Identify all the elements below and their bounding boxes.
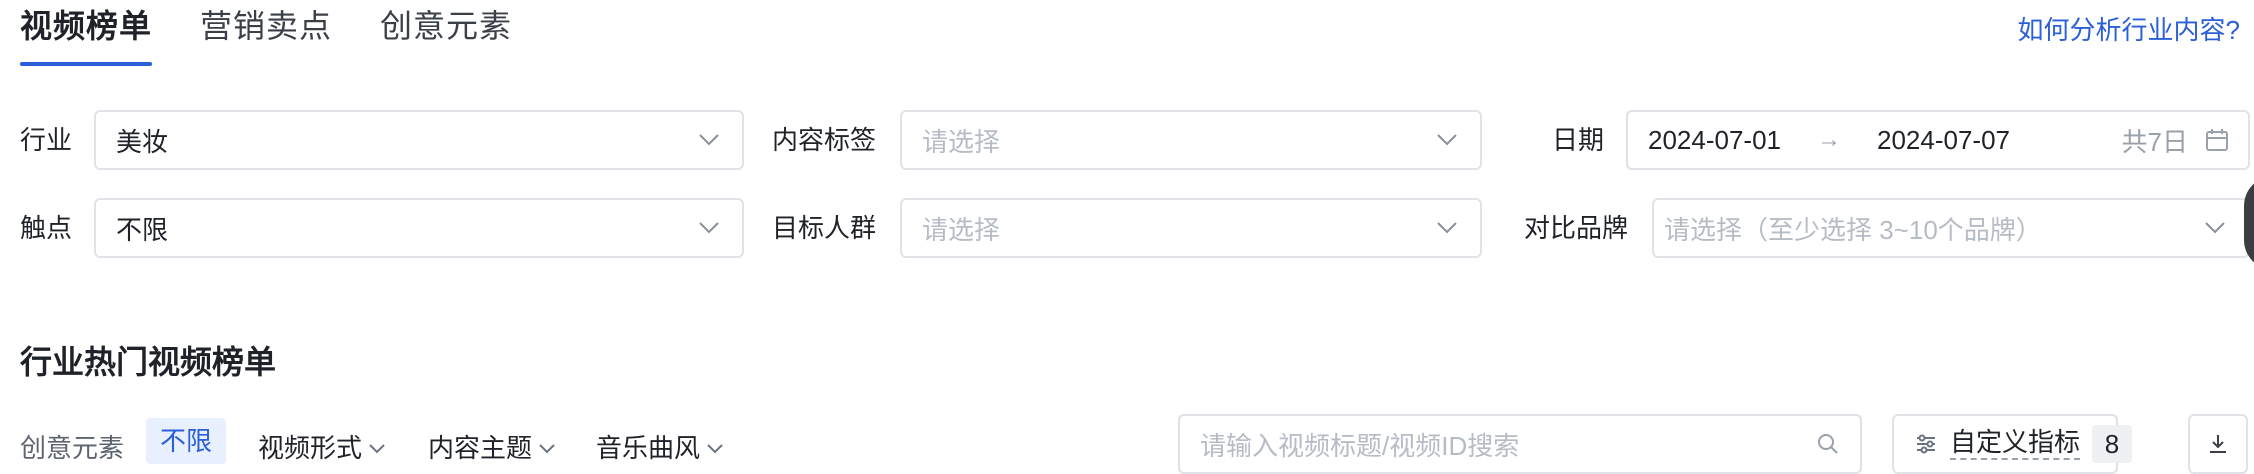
ranking-toolbar: 创意元素 不限 视频形式 内容主题 音乐曲风 请输入视频标题/视频ID搜索 自定… — [0, 414, 2254, 474]
chevron-down-icon — [368, 431, 386, 462]
date-label: 日期 — [1552, 125, 1605, 155]
music-style-dropdown[interactable]: 音乐曲风 — [596, 428, 724, 465]
video-search-input[interactable]: 请输入视频标题/视频ID搜索 — [1178, 414, 1862, 474]
content-theme-label: 内容主题 — [428, 433, 533, 463]
chevron-down-icon — [1434, 127, 1460, 153]
creative-elements-chip-unlimited[interactable]: 不限 — [146, 418, 227, 464]
download-icon — [2206, 432, 2230, 456]
download-button[interactable] — [2188, 414, 2248, 474]
chevron-down-icon — [706, 431, 724, 462]
video-format-dropdown[interactable]: 视频形式 — [258, 428, 386, 465]
filter-row-2: 触点 不限 目标人群 请选择 对比品牌 请选择（至少选择 3~10个品牌） — [0, 198, 2254, 258]
industry-select[interactable]: 美妆 — [94, 110, 744, 170]
help-link[interactable]: 如何分析行业内容? — [2018, 10, 2240, 47]
audience-placeholder: 请选择 — [922, 214, 1001, 245]
tab-marketing-points[interactable]: 营销卖点 — [200, 10, 332, 66]
date-days-count: 共7日 — [2121, 126, 2188, 157]
creative-elements-label: 创意元素 — [20, 433, 125, 463]
top-tabs: 视频榜单 营销卖点 创意元素 — [20, 0, 512, 66]
date-range-picker[interactable]: 2024-07-01 → 2024-07-07 共7日 — [1626, 110, 2250, 170]
audience-label: 目标人群 — [772, 213, 877, 243]
search-placeholder: 请输入视频标题/视频ID搜索 — [1200, 430, 1520, 461]
custom-metrics-label: 自定义指标 — [1950, 427, 2081, 460]
video-format-label: 视频形式 — [258, 433, 363, 463]
compare-brand-label: 对比品牌 — [1524, 213, 1629, 243]
custom-metrics-count: 8 — [2092, 425, 2133, 463]
tab-creative-elements[interactable]: 创意元素 — [380, 10, 512, 66]
section-title: 行业热门视频榜单 — [20, 344, 277, 380]
content-tag-select[interactable]: 请选择 — [900, 110, 1482, 170]
calendar-icon — [2204, 127, 2230, 153]
industry-value: 美妆 — [116, 126, 169, 157]
industry-label: 行业 — [20, 125, 73, 155]
chevron-down-icon — [538, 431, 556, 462]
touchpoint-value: 不限 — [116, 214, 169, 245]
chevron-down-icon — [2202, 215, 2228, 241]
filter-row-1: 行业 美妆 内容标签 请选择 日期 2024-07-01 → 2024-07-0… — [0, 110, 2254, 170]
custom-metrics-button[interactable]: 自定义指标 8 — [1892, 414, 2133, 474]
music-style-label: 音乐曲风 — [596, 433, 701, 463]
date-end[interactable]: 2024-07-07 — [1877, 125, 2010, 156]
chevron-down-icon — [696, 127, 722, 153]
content-theme-dropdown[interactable]: 内容主题 — [428, 428, 556, 465]
content-tag-placeholder: 请选择 — [922, 126, 1001, 157]
date-start[interactable]: 2024-07-01 — [1648, 125, 1781, 156]
touchpoint-select[interactable]: 不限 — [94, 198, 744, 258]
chevron-down-icon — [1434, 215, 1460, 241]
tab-video-ranking[interactable]: 视频榜单 — [20, 10, 153, 66]
compare-brand-select[interactable]: 请选择（至少选择 3~10个品牌） — [1652, 198, 2250, 258]
chevron-down-icon — [696, 215, 722, 241]
sliders-icon — [1914, 432, 1938, 456]
compare-brand-placeholder: 请选择（至少选择 3~10个品牌） — [1664, 214, 2042, 245]
arrow-right-icon: → — [1817, 126, 1841, 153]
search-icon[interactable] — [1816, 432, 1840, 456]
content-tag-label: 内容标签 — [772, 125, 877, 155]
audience-select[interactable]: 请选择 — [900, 198, 1482, 258]
touchpoint-label: 触点 — [20, 213, 73, 243]
